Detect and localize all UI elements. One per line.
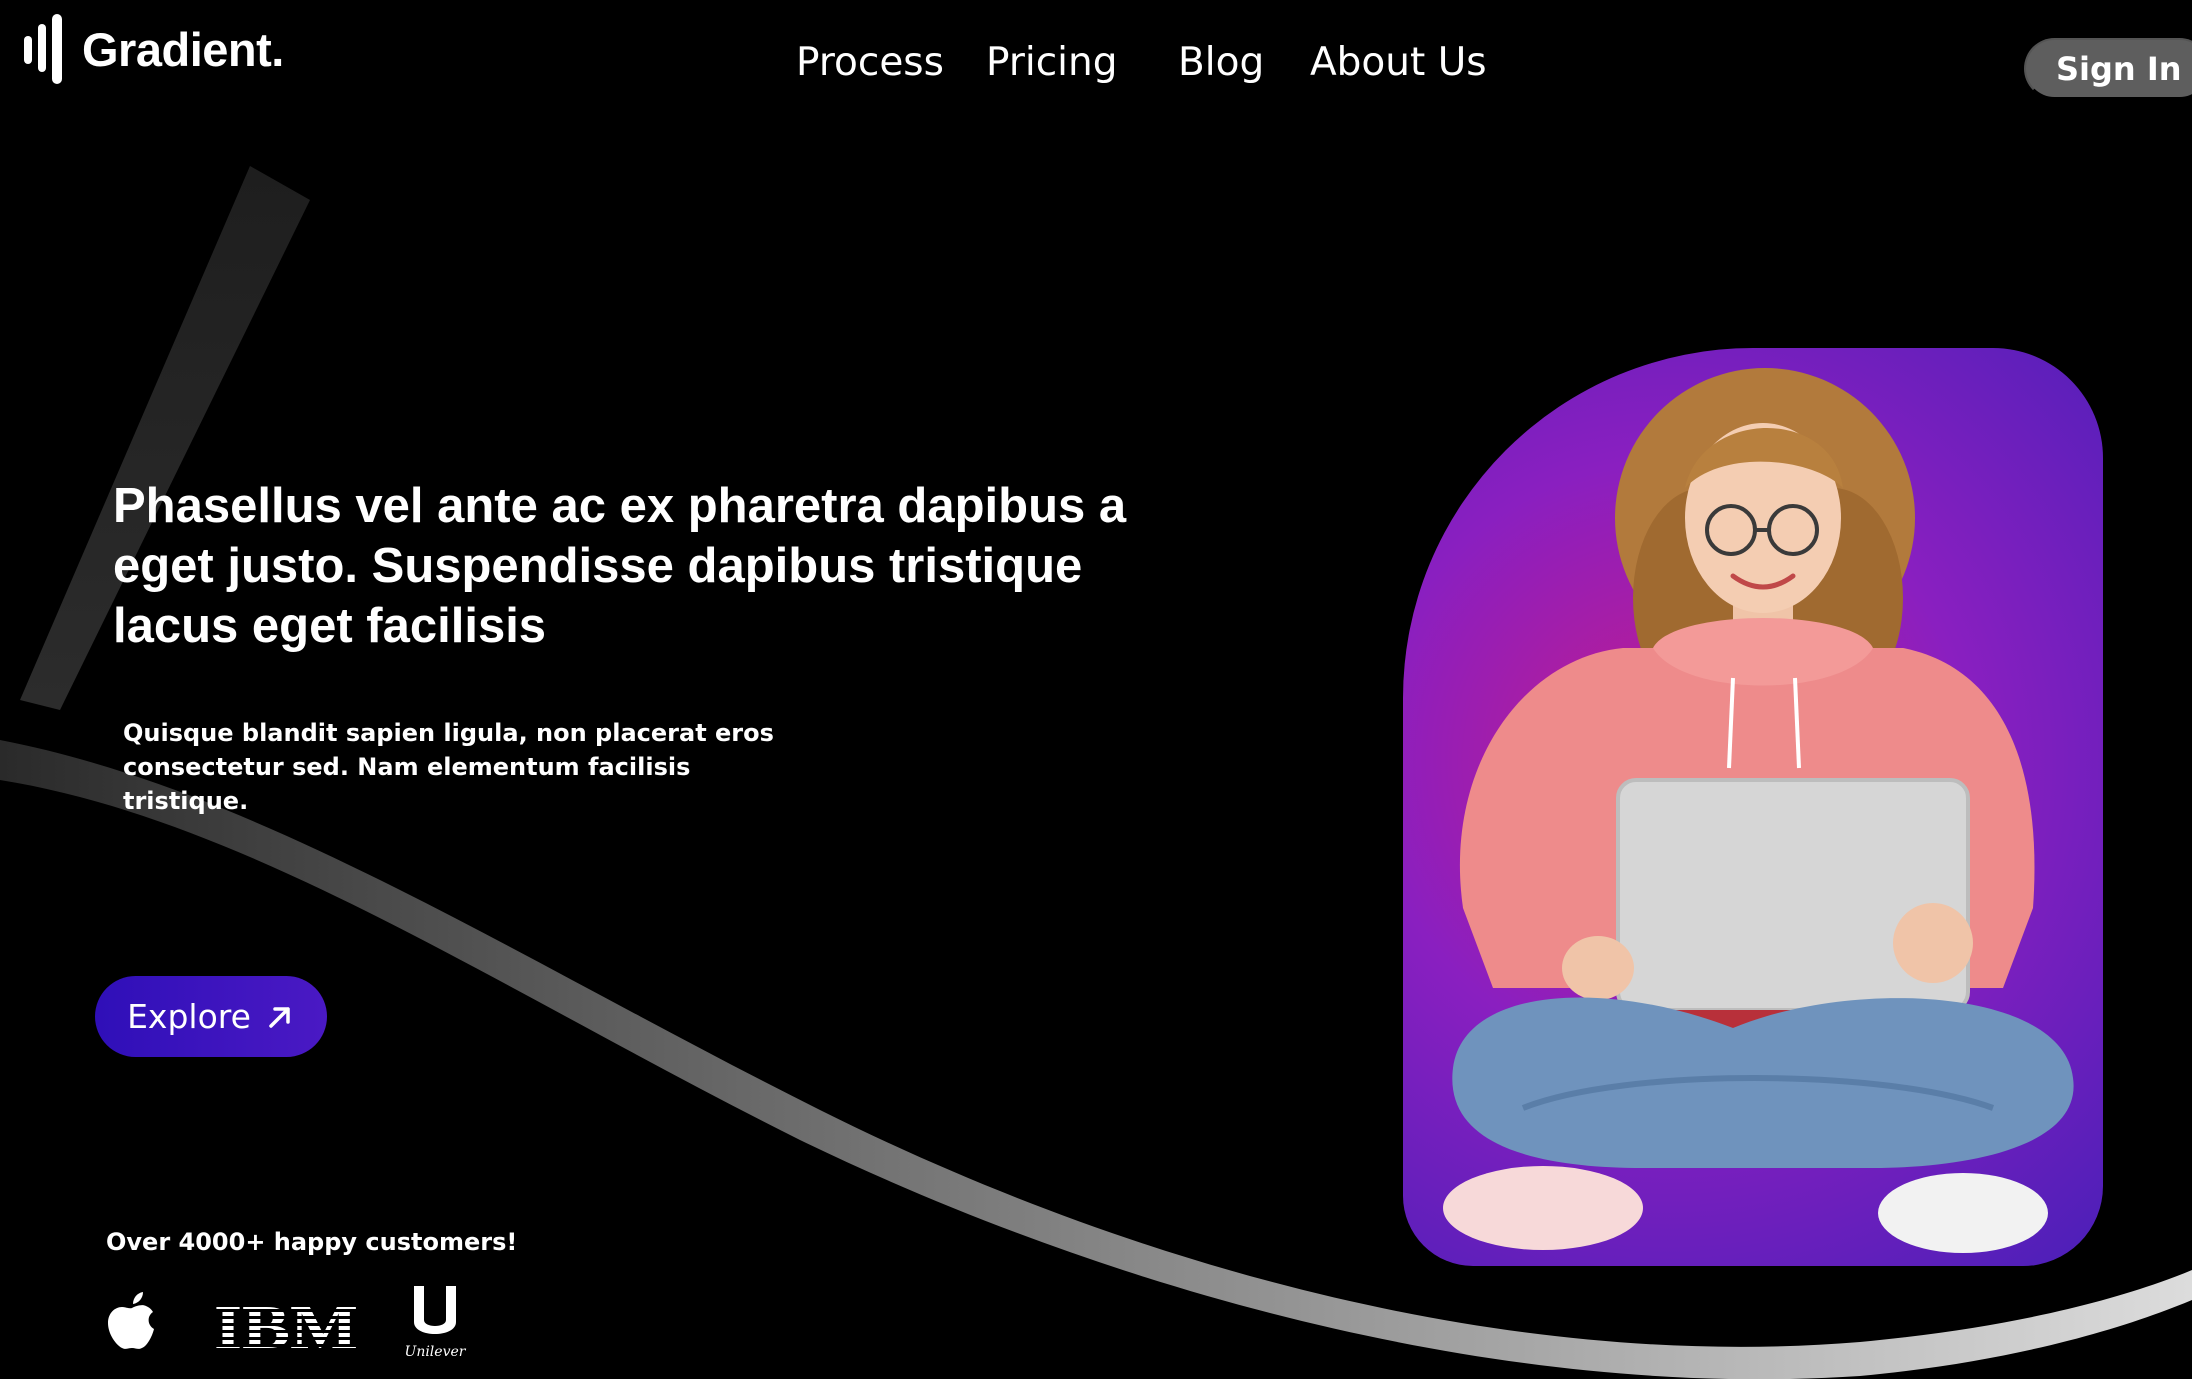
nav-link-process[interactable]: Process <box>796 40 944 85</box>
nav-link-about-us[interactable]: About Us <box>1310 40 1487 85</box>
sign-in-button[interactable]: Sign In <box>2024 38 2192 99</box>
unilever-logo: Unilever <box>405 1286 467 1360</box>
nav-link-blog[interactable]: Blog <box>1178 40 1264 85</box>
unilever-logo-text: Unilever <box>405 1344 467 1360</box>
happy-customers-text: Over 4000+ happy customers! <box>106 1228 518 1256</box>
arrow-up-right-icon <box>269 1006 290 1028</box>
hero-title: Phasellus vel ante ac ex pharetra dapibu… <box>113 479 1127 653</box>
explore-button[interactable]: Explore <box>95 976 327 1057</box>
apple-logo <box>108 1292 154 1349</box>
woman-with-laptop-illustration <box>1443 368 2074 1253</box>
ibm-logo-text: IBM <box>214 1298 358 1354</box>
ibm-logo: IBM <box>214 1298 358 1354</box>
explore-label: Explore <box>127 997 251 1036</box>
brand-logos: IBM Unilever <box>106 1278 486 1378</box>
hero-subtitle: Quisque blandit sapien ligula, non place… <box>123 719 774 815</box>
nav-link-pricing[interactable]: Pricing <box>986 40 1117 85</box>
hero-image <box>1403 348 2103 1266</box>
main-nav: Process Pricing Blog About Us <box>0 40 2192 92</box>
